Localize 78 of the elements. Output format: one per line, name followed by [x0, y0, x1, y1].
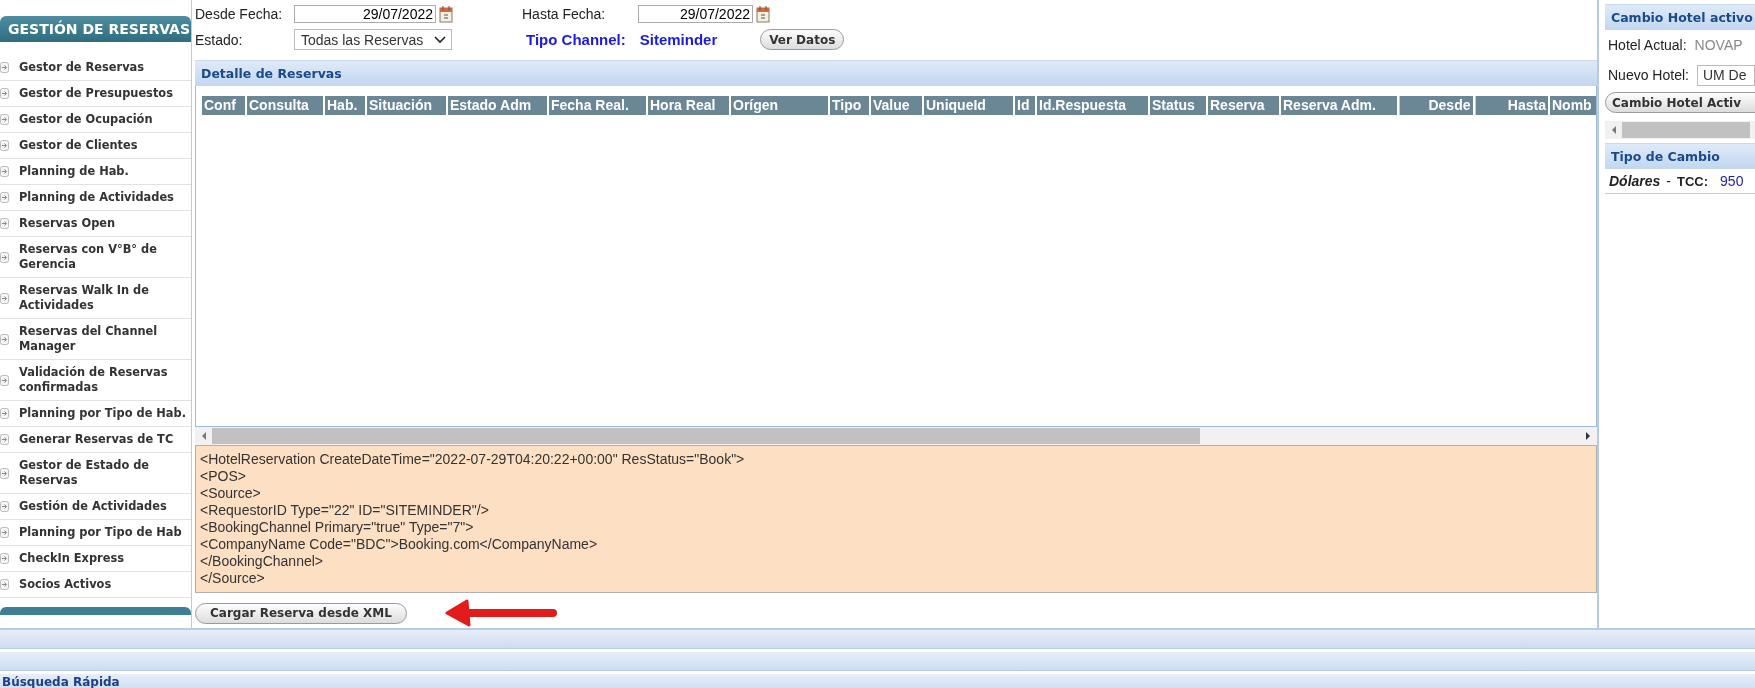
column-header[interactable]: Estado Adm	[448, 96, 547, 115]
menu-item[interactable]: Reservas con V°B° de Gerencia	[0, 237, 191, 278]
column-header[interactable]: Reserva Adm.	[1281, 96, 1397, 115]
column-header[interactable]: Hora Real	[648, 96, 729, 115]
menu-item[interactable]: Planning por Tipo de Hab.	[0, 401, 191, 427]
column-header[interactable]: Hab.	[325, 96, 365, 115]
scroll-right-icon[interactable]	[1584, 431, 1592, 441]
xml-line: <Source>	[200, 485, 262, 502]
current-hotel-value: NOVAP	[1694, 37, 1743, 53]
menu-item[interactable]: Planning de Actividades	[0, 185, 191, 211]
column-header[interactable]: Situación	[367, 96, 446, 115]
menu-item[interactable]: Gestor de Presupuestos	[0, 81, 191, 107]
column-header[interactable]: Hasta	[1474, 96, 1548, 115]
column-header[interactable]: Orígen	[731, 96, 828, 115]
xml-line: <CompanyName Code="BDC">Booking.com</CompanyName>	[200, 536, 599, 553]
column-header[interactable]: Reserva	[1208, 96, 1279, 115]
field-label: Hotel Actual:	[1608, 37, 1687, 53]
column-header[interactable]: Id.Respuesta	[1037, 96, 1148, 115]
scroll-left-icon[interactable]	[1610, 125, 1618, 135]
column-header[interactable]: UniqueId	[924, 96, 1013, 115]
view-data-button[interactable]: Ver Datos	[760, 29, 845, 50]
menu-item[interactable]: Gestor de Clientes	[0, 133, 191, 159]
quick-search-header[interactable]: Búsqueda Rápida	[0, 674, 1755, 688]
xml-line: <BookingChannel Primary="true" Type="7">	[200, 519, 475, 536]
menu-item[interactable]: CheckIn Express	[0, 546, 191, 572]
field-label: Desde Fecha:	[195, 5, 284, 22]
rate-label: TCC:	[1677, 173, 1709, 189]
menu-item[interactable]: Socios Activos	[0, 572, 191, 598]
menu-item[interactable]: Planning por Tipo de Hab	[0, 520, 191, 546]
column-header[interactable]: Consulta	[247, 96, 323, 115]
field-label: Nuevo Hotel:	[1608, 67, 1689, 83]
field-label: Estado:	[195, 31, 244, 48]
date-field[interactable]: 29/07/2022	[638, 4, 753, 23]
menu-item[interactable]: Validación de Reservas confirmadas	[0, 360, 191, 401]
column-header[interactable]: Conf	[202, 96, 245, 115]
horizontal-scrollbar[interactable]	[195, 427, 1597, 445]
panel-header: Detalle de Reservas	[195, 60, 1597, 86]
scroll-left-icon[interactable]	[200, 431, 208, 441]
menu-item[interactable]: Gestor de Reservas	[0, 55, 191, 81]
menu-item[interactable]: Reservas Open	[0, 211, 191, 237]
menu-item[interactable]: Gestor de Estado de Reservas	[0, 453, 191, 494]
xml-line: <RequestorID Type="22" ID="SITEMINDER"/>	[200, 502, 490, 519]
panel-header: Tipo de Cambio	[1605, 143, 1755, 169]
status-dropdown[interactable]: Todas las Reservas	[294, 29, 452, 50]
channel-value: Siteminder	[639, 31, 718, 48]
column-header[interactable]: Desde	[1399, 96, 1473, 115]
field-label: Hasta Fecha:	[522, 5, 607, 22]
rate-value: 950	[1720, 173, 1744, 189]
xml-line: <HotelReservation CreateDateTime="2022-07-29T04:20:22+00:00" ResStatus="Book">	[200, 451, 746, 468]
column-header[interactable]: Fecha Real.	[549, 96, 646, 115]
channel-label: Tipo Channel:	[526, 31, 626, 48]
xml-line: <POS>	[200, 468, 247, 485]
load-xml-button[interactable]: Cargar Reserva desde XML	[195, 602, 407, 624]
xml-line: </BookingChannel>	[200, 553, 324, 570]
date-field[interactable]: 29/07/2022	[294, 4, 436, 23]
panel-header: Cambio Hotel activo	[1605, 4, 1755, 30]
horizontal-scrollbar[interactable]	[1605, 121, 1755, 139]
column-header[interactable]: Tipo	[830, 96, 869, 115]
menu-item[interactable]: Reservas del Channel Manager	[0, 319, 191, 360]
column-header[interactable]: Id	[1015, 96, 1035, 115]
menu-item[interactable]: Gestión de Actividades	[0, 494, 191, 520]
xml-text-area[interactable]	[195, 445, 1597, 593]
separator-text: -	[1666, 173, 1672, 189]
menu-item[interactable]: Generar Reservas de TC	[0, 427, 191, 453]
currency-label: Dólares	[1609, 173, 1661, 189]
column-header[interactable]: Value	[871, 96, 922, 115]
chevron-down-icon	[434, 35, 446, 44]
column-header[interactable]: Status	[1150, 96, 1206, 115]
calendar-icon[interactable]	[756, 4, 770, 23]
change-hotel-button[interactable]: Cambio Hotel Activ	[1605, 92, 1755, 113]
calendar-icon[interactable]	[439, 4, 453, 23]
xml-line: </Source>	[200, 570, 266, 587]
menu-item[interactable]: Gestor de Ocupación	[0, 107, 191, 133]
menu-item[interactable]: Reservas Walk In de Actividades	[0, 278, 191, 319]
menu-item[interactable]: Planning de Hab.	[0, 159, 191, 185]
column-header[interactable]: Nomb	[1550, 96, 1596, 115]
hotel-dropdown[interactable]: UM De	[1696, 64, 1755, 86]
menu-header: GESTIÓN DE RESERVAS	[0, 16, 191, 42]
